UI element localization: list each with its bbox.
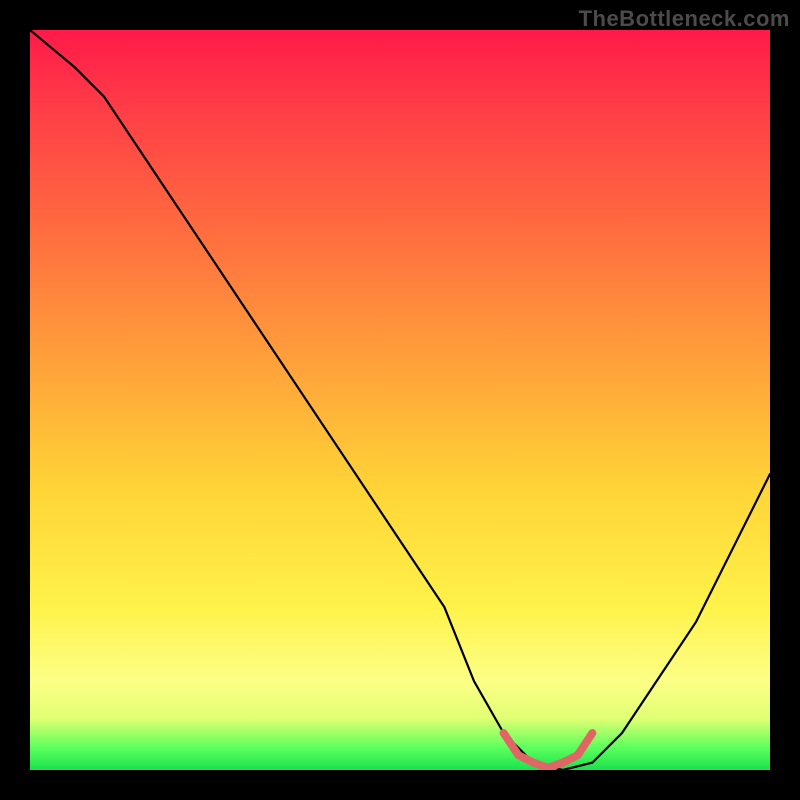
watermark-text: TheBottleneck.com — [579, 6, 790, 32]
curve-layer — [30, 30, 770, 770]
bottleneck-curve — [30, 30, 770, 770]
chart-frame: TheBottleneck.com — [0, 0, 800, 800]
optimal-range — [504, 733, 593, 768]
plot-area — [30, 30, 770, 770]
